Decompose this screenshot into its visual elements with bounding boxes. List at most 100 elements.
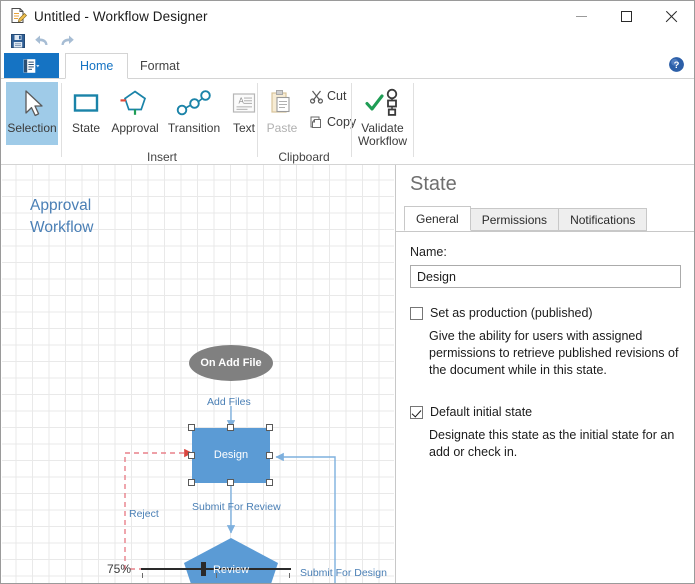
connector-nodes-icon [174,86,214,120]
insert-transition-label: Transition [167,121,221,135]
node-design-shape [192,428,270,483]
panel-tab-general[interactable]: General [404,206,471,231]
clipboard-icon [268,86,296,120]
selection-handle-e[interactable] [266,452,273,459]
help-question-icon: ? [668,56,684,72]
default-initial-state-label: Default initial state [430,405,533,419]
save-button[interactable] [6,30,30,52]
name-field-label: Name: [410,245,447,259]
selection-tool-button[interactable]: Selection [6,82,58,145]
selection-handle-sw[interactable] [188,479,195,486]
selection-handle-n[interactable] [227,424,234,431]
edge-label-reject[interactable]: Reject [129,508,159,520]
clipboard-group-label: Clipboard [278,150,330,164]
panel-title: State [410,173,457,195]
workflow-diagram [124,345,336,583]
ribbon-group-selection: Selection [1,79,64,165]
set-as-production-row[interactable]: Set as production (published) [410,306,593,320]
insert-text-label: Text [232,121,255,135]
group-separator-4 [413,83,414,157]
zoom-slider-track [141,568,292,570]
scissors-icon [309,89,324,104]
copy-button[interactable]: Copy [305,111,357,133]
selection-handle-s[interactable] [227,479,234,486]
ribbon-group-clipboard: Paste Cut Copy Clipboard [258,79,357,165]
insert-group-label: Insert [146,150,177,164]
paste-button[interactable]: Paste [261,82,303,145]
title-bar: Untitled - Workflow Designer [1,1,694,31]
panel-tab-permissions-label: Permissions [481,212,548,227]
svg-text:A: A [239,97,245,106]
workflow-canvas[interactable]: Approval Workflow On Add File Design Rev… [2,165,394,583]
text-box-icon: A [229,86,259,120]
close-button[interactable] [649,1,694,31]
panel-tab-notifications[interactable]: Notifications [558,208,648,231]
tab-home[interactable]: Home [65,53,129,79]
menu-document-icon [23,59,40,73]
edge-label-submit-for-review[interactable]: Submit For Review [192,501,281,513]
window-controls [559,1,694,31]
tab-format-label: Format [140,59,180,73]
node-start-shape [189,345,273,381]
default-initial-state-row[interactable]: Default initial state [410,405,532,419]
window-title: Untitled - Workflow Designer [34,8,208,24]
insert-state-label: State [71,121,101,135]
zoom-slider-thumb[interactable] [201,562,207,576]
help-button[interactable]: ? [665,53,687,75]
zoom-tick-mid [216,573,218,578]
copy-pages-icon [309,115,324,130]
selection-tool-label: Selection [7,121,57,135]
panel-tab-notifications-label: Notifications [570,212,636,227]
panel-tabs-underline [396,231,694,232]
insert-transition-button[interactable]: Transition [163,82,225,145]
cut-label: Cut [327,89,347,103]
set-as-production-label: Set as production (published) [430,306,593,320]
cursor-arrow-icon [17,86,47,120]
close-icon [665,10,678,23]
default-initial-state-description: Designate this state as the initial stat… [429,428,675,459]
minimize-icon [576,15,587,17]
redo-button[interactable] [54,30,78,52]
ribbon-group-insert: State Approval Transition A Text Insert [62,79,262,165]
workflow-designer-window: Untitled - Workflow Designer Home Format… [0,0,695,584]
pentagon-icon [118,86,152,120]
panel-tab-permissions[interactable]: Permissions [469,208,560,231]
undo-arrow-icon [34,35,47,45]
selection-handle-ne[interactable] [266,424,273,431]
cut-button[interactable]: Cut [305,85,349,107]
undo-button[interactable] [30,30,54,52]
validate-workflow-button[interactable]: Validate Workflow [355,82,410,152]
default-initial-state-checkbox[interactable] [410,406,423,419]
zoom-bar: 75% [3,556,394,582]
selection-handle-se[interactable] [266,479,273,486]
selection-handle-nw[interactable] [188,424,195,431]
svg-text:?: ? [673,60,679,71]
application-menu-button[interactable] [4,53,59,79]
tab-home-label: Home [80,59,114,73]
set-as-production-description: Give the ability for users with assigned… [429,329,679,377]
document-edit-icon [9,7,27,25]
maximize-button[interactable] [604,1,649,31]
zoom-tick-min [142,573,144,578]
name-input[interactable] [410,265,681,288]
ribbon-tab-strip: Home Format [1,53,694,79]
zoom-slider[interactable] [141,560,292,578]
validate-workflow-label: Validate Workflow [357,121,408,148]
selection-handle-w[interactable] [188,452,195,459]
quick-access-toolbar [1,29,694,53]
ribbon: Selection State Approval Transition A Te… [1,79,694,165]
edge-label-add-files[interactable]: Add Files [207,396,251,408]
zoom-tick-max [289,573,291,578]
minimize-button[interactable] [559,1,604,31]
panel-tab-general-label: General [416,211,459,226]
set-as-production-checkbox[interactable] [410,307,423,320]
insert-approval-button[interactable]: Approval [107,82,163,145]
zoom-percent-label: 75% [106,562,132,576]
rectangle-icon [71,86,101,120]
validate-check-icon [362,86,404,120]
insert-state-button[interactable]: State [65,82,107,145]
floppy-disk-icon [11,34,25,48]
properties-panel: State General Permissions Notifications … [395,165,694,583]
insert-approval-label: Approval [111,121,159,135]
tab-format[interactable]: Format [126,53,194,79]
